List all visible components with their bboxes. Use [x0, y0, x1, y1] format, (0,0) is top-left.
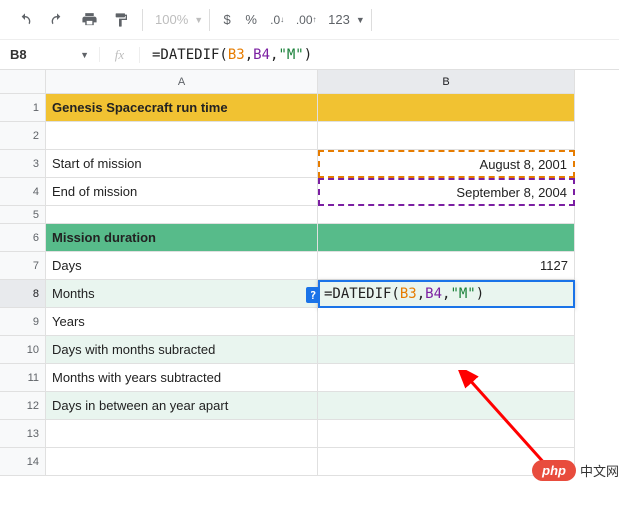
- row-header[interactable]: 2: [0, 122, 46, 150]
- row-headers: 1 2 3 4 5 6 7 8 9 10 11 12 13 14: [0, 70, 46, 476]
- cell-A3[interactable]: Start of mission: [46, 150, 318, 178]
- separator: [142, 9, 143, 31]
- name-box-value: B8: [10, 47, 27, 62]
- cell-A7[interactable]: Days: [46, 252, 318, 280]
- row-header[interactable]: 12: [0, 392, 46, 420]
- columns: A Genesis Spacecraft run time Start of m…: [46, 70, 619, 476]
- paint-format-icon[interactable]: [106, 6, 136, 34]
- cell-B11[interactable]: [318, 364, 575, 392]
- row-header[interactable]: 14: [0, 448, 46, 476]
- cell-A8[interactable]: Months: [46, 280, 318, 308]
- row-header[interactable]: 6: [0, 224, 46, 252]
- cell-B6[interactable]: [318, 224, 575, 252]
- row-header[interactable]: 8: [0, 280, 46, 308]
- cell-A1[interactable]: Genesis Spacecraft run time: [46, 94, 318, 122]
- redo-icon[interactable]: [42, 6, 72, 34]
- watermark: php 中文网: [532, 460, 619, 481]
- spreadsheet-grid: 1 2 3 4 5 6 7 8 9 10 11 12 13 14 A Genes…: [0, 70, 619, 476]
- row-header[interactable]: 5: [0, 206, 46, 224]
- cell-A13[interactable]: [46, 420, 318, 448]
- name-box[interactable]: B8 ▼: [0, 47, 100, 62]
- cell-B13[interactable]: [318, 420, 575, 448]
- formula-row: B8 ▼ fx =DATEDIF(B3, B4,"M"): [0, 40, 619, 70]
- more-formats-dropdown[interactable]: 123: [322, 12, 356, 27]
- cell-B10[interactable]: [318, 336, 575, 364]
- row-header[interactable]: 11: [0, 364, 46, 392]
- increase-decimal-icon[interactable]: .00↑: [292, 6, 320, 34]
- cell-A11[interactable]: Months with years subtracted: [46, 364, 318, 392]
- column-A: A Genesis Spacecraft run time Start of m…: [46, 70, 318, 476]
- cell-A14[interactable]: [46, 448, 318, 476]
- currency-icon[interactable]: $: [216, 6, 238, 34]
- cell-B2[interactable]: [318, 122, 575, 150]
- cell-A6[interactable]: Mission duration: [46, 224, 318, 252]
- watermark-text: 中文网: [580, 461, 619, 480]
- cell-A12[interactable]: Days in between an year apart: [46, 392, 318, 420]
- separator: [209, 9, 210, 31]
- chevron-down-icon: ▼: [356, 15, 365, 25]
- row-header[interactable]: 13: [0, 420, 46, 448]
- column-B: B August 8, 2001 September 8, 2004 1127 …: [318, 70, 575, 476]
- row-header[interactable]: 9: [0, 308, 46, 336]
- undo-icon[interactable]: [10, 6, 40, 34]
- percent-icon[interactable]: %: [240, 6, 262, 34]
- chevron-down-icon: ▼: [194, 15, 203, 25]
- print-icon[interactable]: [74, 6, 104, 34]
- row-header[interactable]: 10: [0, 336, 46, 364]
- row-header[interactable]: 3: [0, 150, 46, 178]
- row-header[interactable]: 4: [0, 178, 46, 206]
- cell-B3[interactable]: August 8, 2001: [318, 150, 575, 178]
- formula-help-chip[interactable]: ?: [306, 287, 320, 303]
- separator: [371, 9, 372, 31]
- cell-B1[interactable]: [318, 94, 575, 122]
- watermark-logo: php: [532, 460, 576, 481]
- zoom-dropdown[interactable]: 100%: [149, 12, 194, 27]
- cell-B7[interactable]: 1127: [318, 252, 575, 280]
- cell-B4[interactable]: September 8, 2004: [318, 178, 575, 206]
- fx-icon: fx: [100, 47, 140, 63]
- column-header[interactable]: B: [318, 70, 575, 94]
- decrease-decimal-icon[interactable]: .0↓: [264, 6, 290, 34]
- column-header[interactable]: A: [46, 70, 318, 94]
- toolbar: 100% ▼ $ % .0↓ .00↑ 123 ▼: [0, 0, 619, 40]
- row-header[interactable]: 7: [0, 252, 46, 280]
- formula-bar[interactable]: =DATEDIF(B3, B4,"M"): [140, 47, 619, 63]
- cell-B8-active[interactable]: ? =DATEDIF(B3, B4,"M"): [318, 280, 575, 308]
- cell-A9[interactable]: Years: [46, 308, 318, 336]
- cell-A10[interactable]: Days with months subracted: [46, 336, 318, 364]
- cell-A4[interactable]: End of mission: [46, 178, 318, 206]
- formula-text: =DATEDIF(: [152, 47, 228, 63]
- cell-B12[interactable]: [318, 392, 575, 420]
- cell-B5[interactable]: [318, 206, 575, 224]
- cell-A5[interactable]: [46, 206, 318, 224]
- row-header[interactable]: 1: [0, 94, 46, 122]
- cell-B9[interactable]: [318, 308, 575, 336]
- select-all-corner[interactable]: [0, 70, 46, 94]
- chevron-down-icon: ▼: [80, 50, 89, 60]
- cell-A2[interactable]: [46, 122, 318, 150]
